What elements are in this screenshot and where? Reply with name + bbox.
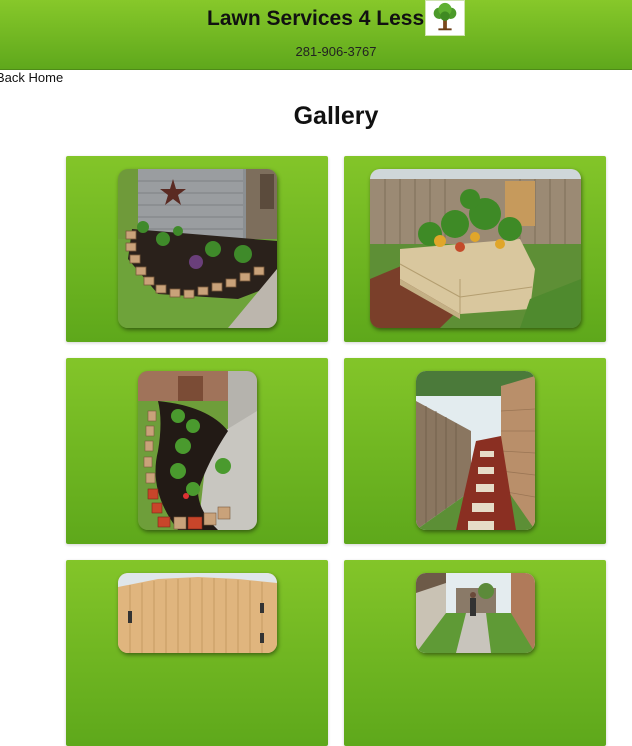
gallery-photo-raised-bed[interactable] bbox=[370, 169, 581, 328]
gallery-photo-side-yard[interactable] bbox=[416, 573, 535, 653]
gallery-card[interactable] bbox=[344, 358, 606, 544]
gallery-title: Gallery bbox=[293, 102, 379, 130]
site-header: Lawn Services 4 Less 281-906-3767 bbox=[0, 0, 632, 70]
gallery-card[interactable] bbox=[344, 156, 606, 342]
phone-number: 281-906-3767 bbox=[295, 44, 377, 59]
gallery-card[interactable] bbox=[344, 560, 606, 746]
gallery-photo-flower-bed[interactable] bbox=[118, 169, 277, 328]
gallery-photo-curved-bed[interactable] bbox=[138, 371, 257, 530]
back-home-link[interactable]: Back Home bbox=[0, 70, 63, 85]
tree-icon bbox=[425, 0, 465, 36]
gallery-card[interactable] bbox=[66, 358, 328, 544]
gallery-card[interactable] bbox=[66, 156, 328, 342]
gallery-photo-walkway[interactable] bbox=[416, 371, 535, 530]
gallery-photo-fence-gate[interactable] bbox=[118, 573, 277, 653]
gallery-card[interactable] bbox=[66, 560, 328, 746]
site-title: Lawn Services 4 Less bbox=[207, 7, 425, 30]
